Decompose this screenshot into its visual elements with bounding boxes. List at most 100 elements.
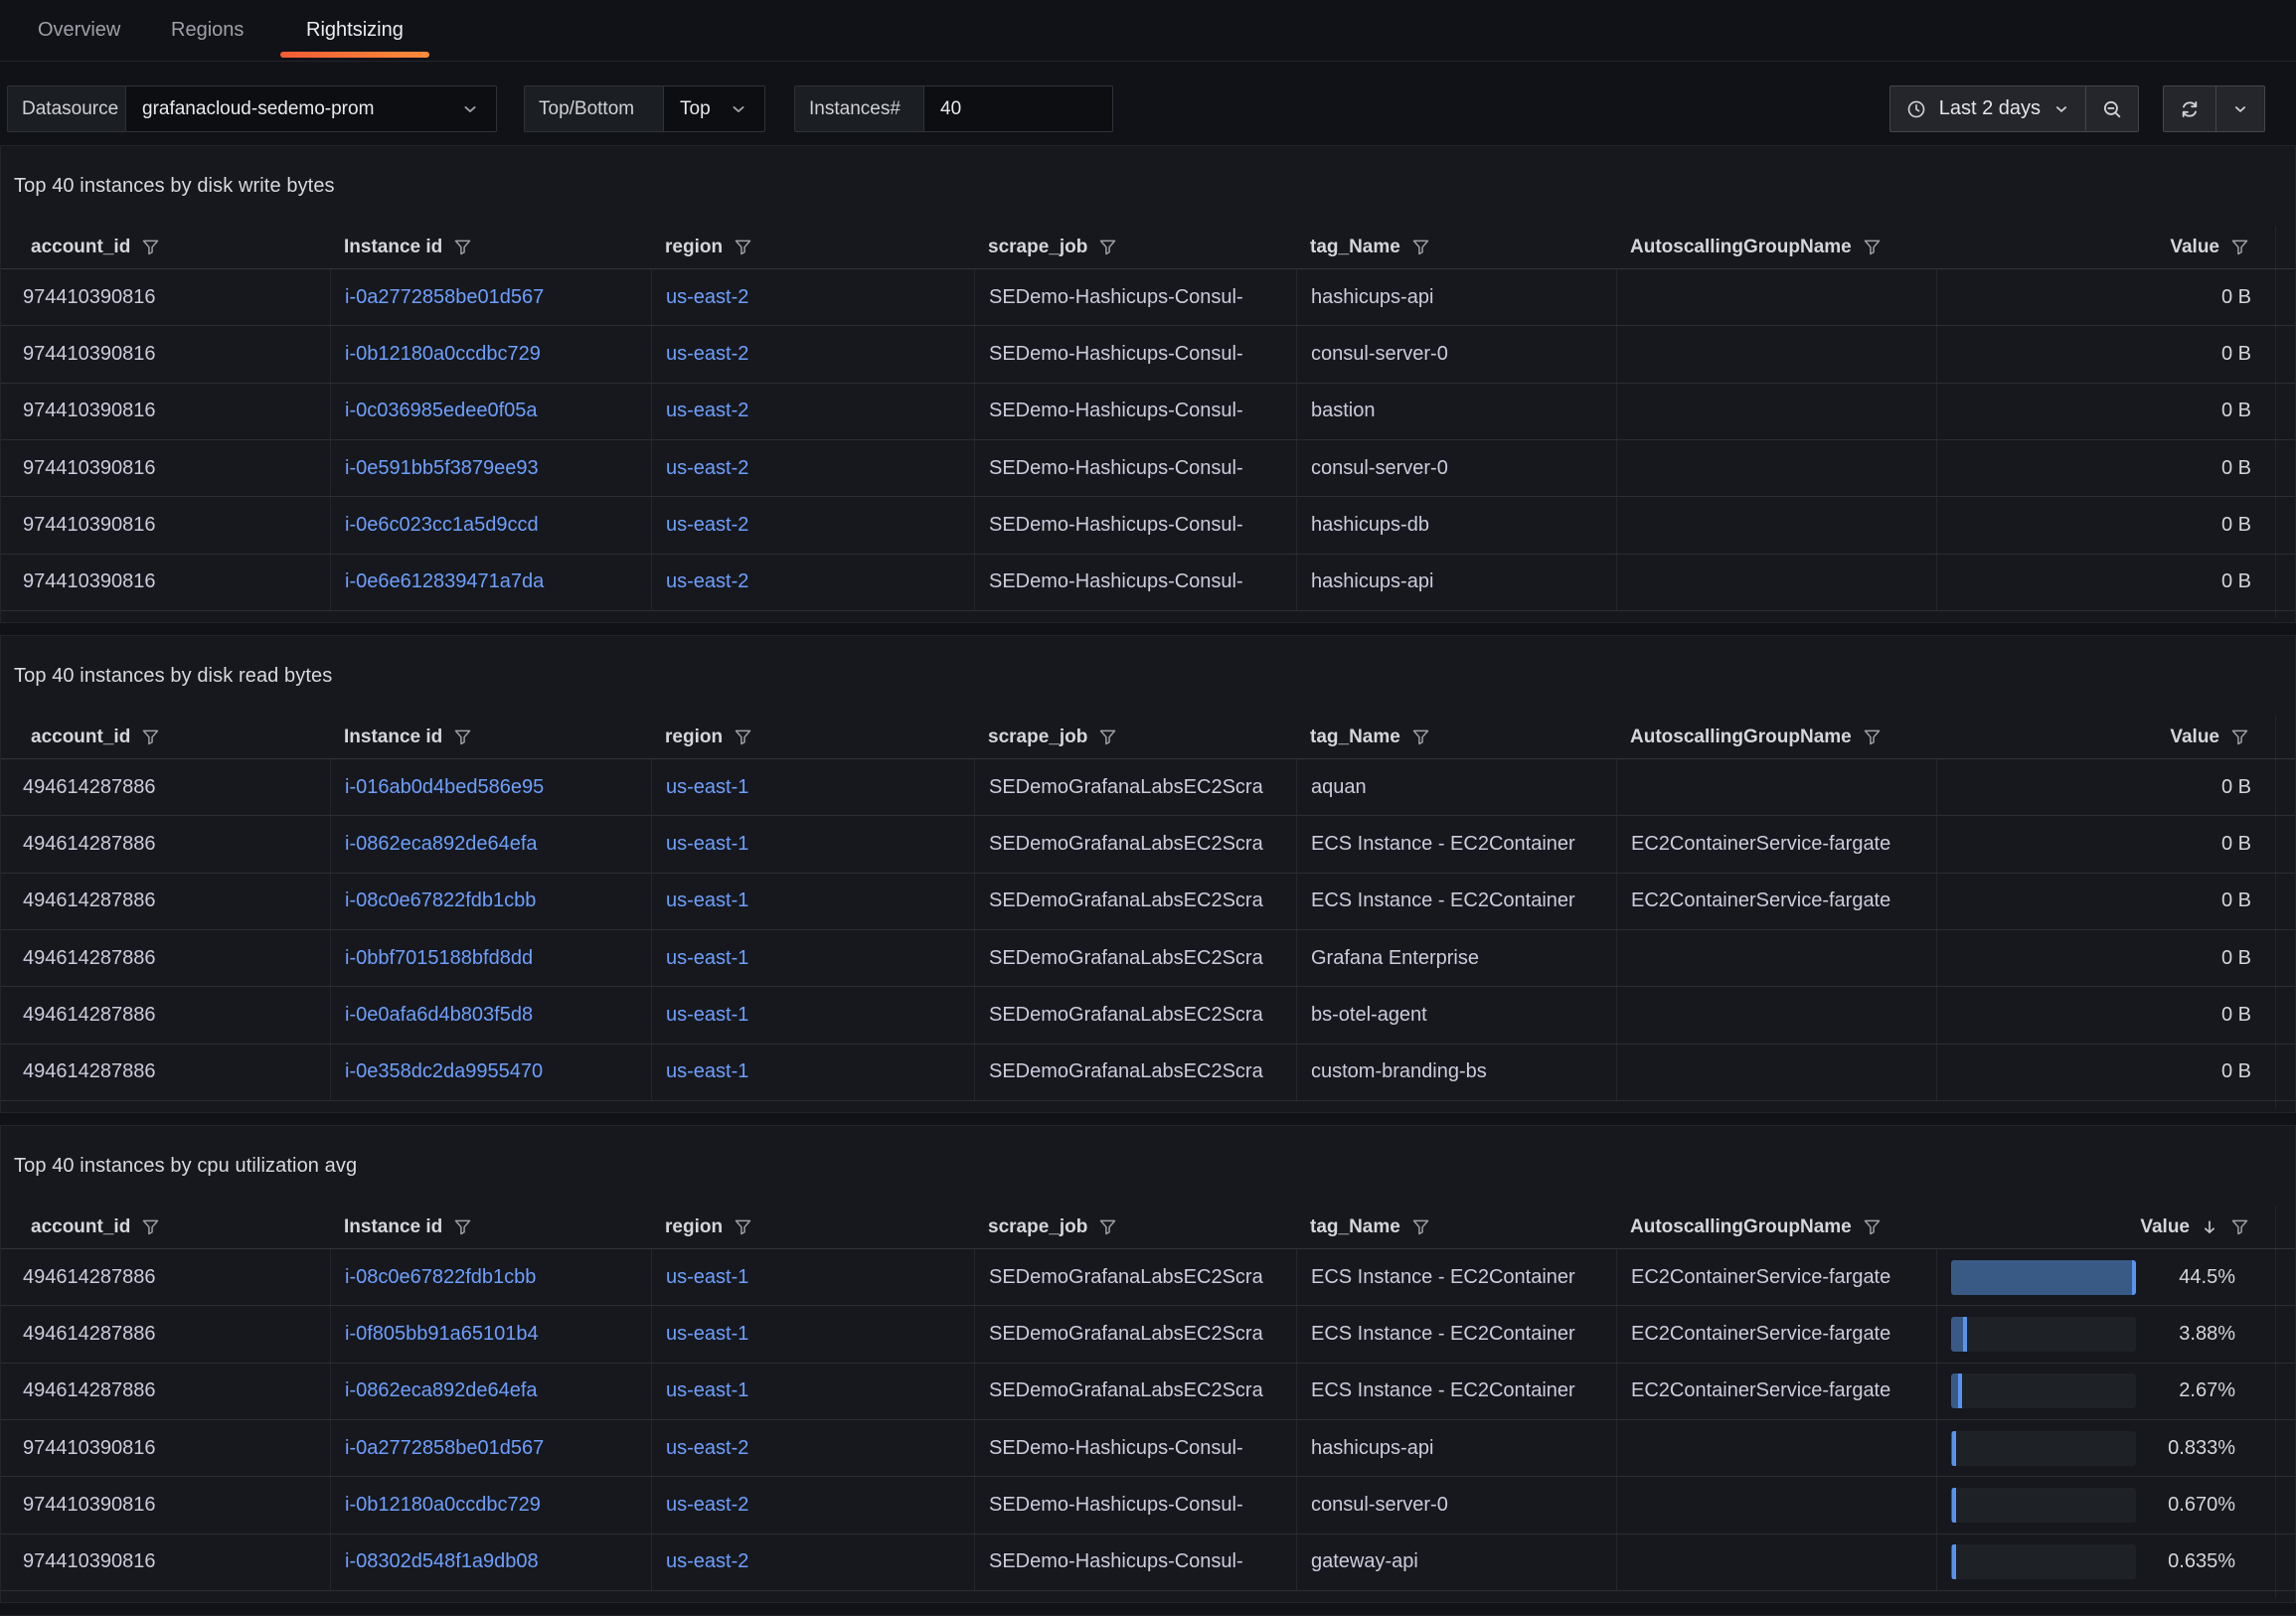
cell-account-id: 974410390816	[1, 326, 330, 382]
refresh-button[interactable]	[2164, 86, 2215, 131]
column-header-region[interactable]: region	[651, 226, 974, 268]
column-header-region[interactable]: region	[651, 716, 974, 758]
column-header-asg[interactable]: AutoscallingGroupName	[1616, 1206, 1936, 1248]
filter-funnel-icon[interactable]	[140, 727, 161, 747]
region-link[interactable]: us-east-2	[666, 570, 748, 593]
filter-funnel-icon[interactable]	[2229, 727, 2250, 747]
region-link[interactable]: us-east-2	[666, 457, 748, 480]
filter-funnel-icon[interactable]	[1862, 727, 1883, 747]
instances-input[interactable]	[940, 98, 1096, 120]
region-link[interactable]: us-east-1	[666, 833, 748, 856]
column-header-instance_id[interactable]: Instance id	[330, 716, 651, 758]
tab-overview[interactable]: Overview	[12, 0, 146, 61]
instances-input-wrap	[923, 85, 1113, 132]
filter-funnel-icon[interactable]	[1410, 237, 1431, 257]
region-link[interactable]: us-east-2	[666, 286, 748, 309]
column-header-value[interactable]: Value	[1936, 1206, 2296, 1248]
time-range-picker[interactable]: Last 2 days	[1890, 86, 2085, 131]
filter-funnel-icon[interactable]	[1862, 237, 1883, 257]
instance-id-link[interactable]: i-0a2772858be01d567	[345, 286, 544, 309]
column-header-label: scrape_job	[988, 727, 1087, 748]
instance-id-link[interactable]: i-0862eca892de64efa	[345, 833, 538, 856]
region-link[interactable]: us-east-2	[666, 1437, 748, 1460]
region-link[interactable]: us-east-1	[666, 776, 748, 799]
clock-icon	[1905, 98, 1927, 120]
region-link[interactable]: us-east-2	[666, 514, 748, 537]
filter-funnel-icon[interactable]	[1097, 1216, 1118, 1237]
instance-id-link[interactable]: i-0862eca892de64efa	[345, 1379, 538, 1402]
column-header-tag_name[interactable]: tag_Name	[1296, 1206, 1616, 1248]
zoom-out-button[interactable]	[2085, 86, 2138, 131]
instance-id-link[interactable]: i-0f805bb91a65101b4	[345, 1323, 539, 1346]
filter-funnel-icon[interactable]	[140, 1216, 161, 1237]
column-header-account_id[interactable]: account_id	[1, 1206, 330, 1248]
filter-funnel-icon[interactable]	[2229, 1216, 2250, 1237]
region-link[interactable]: us-east-2	[666, 1494, 748, 1517]
region-link[interactable]: us-east-1	[666, 889, 748, 912]
instance-id-link[interactable]: i-0a2772858be01d567	[345, 1437, 544, 1460]
region-link[interactable]: us-east-2	[666, 343, 748, 366]
column-header-value[interactable]: Value	[1936, 716, 2296, 758]
column-header-asg[interactable]: AutoscallingGroupName	[1616, 716, 1936, 758]
region-link[interactable]: us-east-1	[666, 1004, 748, 1027]
instance-id-link[interactable]: i-0e358dc2da9955470	[345, 1060, 543, 1083]
column-header-account_id[interactable]: account_id	[1, 716, 330, 758]
region-link[interactable]: us-east-2	[666, 400, 748, 422]
filter-funnel-icon[interactable]	[1410, 1216, 1431, 1237]
region-link[interactable]: us-east-1	[666, 1323, 748, 1346]
instance-id-link[interactable]: i-08c0e67822fdb1cbb	[345, 1266, 536, 1289]
column-header-instance_id[interactable]: Instance id	[330, 1206, 651, 1248]
tab-rightsizing[interactable]: Rightsizing	[280, 0, 429, 61]
column-header-scrape_job[interactable]: scrape_job	[974, 716, 1296, 758]
datasource-select[interactable]: grafanacloud-sedemo-prom	[125, 85, 497, 132]
instance-id-link[interactable]: i-0b12180a0ccdbc729	[345, 343, 541, 366]
column-header-instance_id[interactable]: Instance id	[330, 226, 651, 268]
topbottom-select[interactable]: Top	[663, 85, 765, 132]
instance-id-link[interactable]: i-08302d548f1a9db08	[345, 1550, 539, 1573]
instance-id-link[interactable]: i-016ab0d4bed586e95	[345, 776, 544, 799]
region-link[interactable]: us-east-1	[666, 1060, 748, 1083]
sort-descending-icon[interactable]	[2200, 1217, 2219, 1237]
column-header-tag_name[interactable]: tag_Name	[1296, 226, 1616, 268]
filter-funnel-icon[interactable]	[452, 727, 473, 747]
filter-funnel-icon[interactable]	[733, 237, 753, 257]
cell-tag-name: bs-otel-agent	[1296, 987, 1616, 1043]
region-link[interactable]: us-east-1	[666, 1379, 748, 1402]
column-header-scrape_job[interactable]: scrape_job	[974, 226, 1296, 268]
cell-scrape-job: SEDemoGrafanaLabsEC2Scra	[974, 874, 1296, 929]
filter-funnel-icon[interactable]	[1862, 1216, 1883, 1237]
instance-id-link[interactable]: i-0bbf7015188bfd8dd	[345, 947, 533, 970]
cell-tag-name: Grafana Enterprise	[1296, 930, 1616, 986]
value-text: 3.88%	[2136, 1323, 2296, 1346]
column-header-asg[interactable]: AutoscallingGroupName	[1616, 226, 1936, 268]
column-header-account_id[interactable]: account_id	[1, 226, 330, 268]
region-link[interactable]: us-east-1	[666, 947, 748, 970]
column-header-region[interactable]: region	[651, 1206, 974, 1248]
instance-id-link[interactable]: i-0e6c023cc1a5d9ccd	[345, 514, 539, 537]
filter-funnel-icon[interactable]	[733, 727, 753, 747]
column-header-value[interactable]: Value	[1936, 226, 2296, 268]
filter-funnel-icon[interactable]	[452, 237, 473, 257]
cell-account-id: 974410390816	[1, 555, 330, 610]
filter-funnel-icon[interactable]	[1410, 727, 1431, 747]
column-header-scrape_job[interactable]: scrape_job	[974, 1206, 1296, 1248]
filter-funnel-icon[interactable]	[733, 1216, 753, 1237]
refresh-interval-dropdown[interactable]	[2215, 86, 2264, 131]
instance-id-link[interactable]: i-0e591bb5f3879ee93	[345, 457, 539, 480]
region-link[interactable]: us-east-1	[666, 1266, 748, 1289]
filter-funnel-icon[interactable]	[140, 237, 161, 257]
instance-id-link[interactable]: i-0c036985edee0f05a	[345, 400, 538, 422]
instance-id-link[interactable]: i-0e6e612839471a7da	[345, 570, 544, 593]
filter-funnel-icon[interactable]	[1097, 237, 1118, 257]
cell-instance-id: i-016ab0d4bed586e95	[330, 759, 651, 815]
instance-id-link[interactable]: i-0e0afa6d4b803f5d8	[345, 1004, 533, 1027]
table-row: 494614287886i-0e358dc2da9955470us-east-1…	[1, 1045, 2295, 1101]
filter-funnel-icon[interactable]	[452, 1216, 473, 1237]
tab-regions[interactable]: Regions	[145, 0, 269, 61]
instance-id-link[interactable]: i-08c0e67822fdb1cbb	[345, 889, 536, 912]
column-header-tag_name[interactable]: tag_Name	[1296, 716, 1616, 758]
filter-funnel-icon[interactable]	[2229, 237, 2250, 257]
region-link[interactable]: us-east-2	[666, 1550, 748, 1573]
instance-id-link[interactable]: i-0b12180a0ccdbc729	[345, 1494, 541, 1517]
filter-funnel-icon[interactable]	[1097, 727, 1118, 747]
